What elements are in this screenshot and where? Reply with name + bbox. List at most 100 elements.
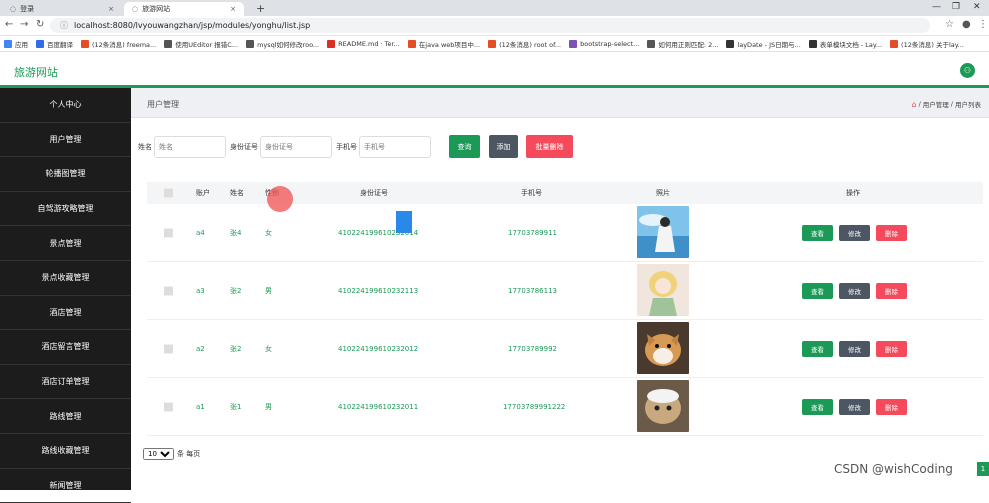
close-window-icon[interactable]: ✕ — [973, 2, 981, 12]
bookmark-item[interactable]: (12条消息) 关于lay... — [890, 39, 964, 49]
bookmark-item[interactable]: 表单模块文档 - Lay... — [808, 39, 882, 49]
bulk-delete-button[interactable]: 批量删除 — [526, 135, 573, 158]
bookmark-item[interactable]: layDate - JS日期与... — [726, 39, 801, 49]
row-checkbox[interactable] — [164, 344, 173, 353]
close-icon[interactable]: × — [108, 5, 114, 13]
bookmark-favicon-icon — [81, 39, 89, 48]
edit-button[interactable]: 修改 — [839, 340, 870, 357]
text-selection-highlight — [396, 211, 412, 233]
tab-label: 登录 — [20, 5, 35, 13]
sidebar-item[interactable]: 路线管理 — [0, 399, 131, 434]
view-button[interactable]: 查看 — [802, 224, 833, 241]
back-icon[interactable]: ← — [5, 19, 13, 30]
name-label: 姓名 — [138, 143, 152, 151]
bookmark-favicon-icon — [569, 39, 578, 48]
breadcrumb-sep: / — [950, 100, 953, 108]
profile-icon[interactable]: ● — [962, 19, 971, 30]
delete-button[interactable]: 删除 — [876, 398, 907, 415]
cell-gender: 男 — [265, 286, 272, 295]
sidebar-item[interactable]: 轮播图管理 — [0, 157, 131, 192]
sidebar-item[interactable]: 新闻管理 — [0, 469, 131, 503]
corner-badge: 1 — [977, 462, 989, 476]
edit-button[interactable]: 修改 — [839, 282, 870, 299]
row-checkbox[interactable] — [164, 228, 173, 237]
star-icon[interactable]: ☆ — [945, 19, 954, 30]
add-button[interactable]: 添加 — [489, 135, 518, 158]
bookmark-item[interactable]: 如何用正则匹配: 2... — [647, 39, 718, 49]
sidebar-item[interactable]: 酒店留言管理 — [0, 330, 131, 365]
cell-name: 张2 — [230, 286, 242, 295]
breadcrumb-item-user-list: 用户列表 — [955, 101, 981, 109]
close-icon[interactable]: × — [230, 5, 236, 13]
select-all-checkbox[interactable] — [164, 188, 173, 198]
bookmark-item[interactable]: (12条消息) freema... — [81, 39, 156, 49]
home-icon[interactable]: ⌂ — [912, 100, 917, 109]
browser-tab-login[interactable]: ◌ 登录 × — [2, 2, 122, 16]
phone-search-input[interactable] — [359, 136, 431, 158]
reload-icon[interactable]: ↻ — [36, 19, 44, 30]
page-size-suffix: 条 每页 — [177, 450, 201, 458]
cell-id-number: 410224199610232011 — [338, 402, 419, 411]
breadcrumb: ⌂ / 用户管理 / 用户列表 — [912, 99, 981, 110]
view-button[interactable]: 查看 — [802, 282, 833, 299]
sidebar-item[interactable]: 酒店管理 — [0, 296, 131, 331]
cell-phone: 17703789911 — [508, 228, 557, 237]
forward-icon[interactable]: → — [20, 19, 28, 30]
bookmark-item[interactable]: 应用 — [4, 39, 28, 49]
restore-icon[interactable]: ❐ — [952, 2, 960, 12]
menu-dots-icon[interactable]: ⋮ — [978, 19, 988, 30]
view-button[interactable]: 查看 — [802, 398, 833, 415]
row-checkbox[interactable] — [164, 286, 173, 295]
edit-button[interactable]: 修改 — [839, 224, 870, 241]
sidebar-item[interactable]: 路线收藏管理 — [0, 434, 131, 469]
info-icon[interactable]: ⓘ — [60, 20, 68, 31]
row-checkbox[interactable] — [164, 402, 173, 411]
cell-id-number: 410224199610232012 — [338, 344, 419, 353]
page-size-select[interactable]: 10 — [143, 448, 174, 460]
delete-button[interactable]: 删除 — [876, 282, 907, 299]
url-input[interactable]: ⓘ localhost:8080/lvyouwangzhan/jsp/modul… — [50, 18, 930, 33]
row-actions: 查看 修改 删除 — [802, 398, 907, 415]
row-actions: 查看 修改 删除 — [802, 224, 907, 241]
bookmark-item[interactable]: README.md · Ter... — [327, 39, 400, 48]
bookmark-item[interactable]: bootstrap-select... — [569, 39, 639, 48]
query-button[interactable]: 查询 — [449, 135, 480, 158]
new-tab-button[interactable]: + — [256, 2, 265, 15]
bookmark-item[interactable]: 百度翻译 — [36, 39, 73, 49]
url-text: localhost:8080/lvyouwangzhan/jsp/modules… — [74, 21, 311, 30]
bookmark-item[interactable]: 使用UEditor 报错C... — [164, 39, 238, 49]
sidebar-item[interactable]: 用户管理 — [0, 123, 131, 158]
bookmark-favicon-icon — [4, 39, 12, 48]
user-avatar-icon[interactable]: ⚇ — [960, 63, 975, 78]
sidebar-item[interactable]: 景点收藏管理 — [0, 261, 131, 296]
name-search-input[interactable] — [154, 136, 226, 158]
sidebar-item[interactable]: 自驾游攻略管理 — [0, 192, 131, 227]
phone-label: 手机号 — [336, 143, 357, 151]
bookmark-favicon-icon — [647, 39, 656, 48]
delete-button[interactable]: 删除 — [876, 340, 907, 357]
bookmark-item[interactable]: (12条消息) root of... — [488, 39, 561, 49]
table-body: a4 张4 女 410224199610232014 17703789911 查看 修改删… — [147, 204, 983, 436]
sidebar-item[interactable]: 酒店订单管理 — [0, 365, 131, 400]
delete-button[interactable]: 删除 — [876, 224, 907, 241]
id-number-search-input[interactable] — [260, 136, 332, 158]
edit-button[interactable]: 修改 — [839, 398, 870, 415]
breadcrumb-item-users[interactable]: 用户管理 — [923, 99, 949, 109]
view-button[interactable]: 查看 — [802, 340, 833, 357]
page-favicon-icon: ◌ — [132, 5, 139, 13]
breadcrumb-sep: / — [918, 100, 921, 108]
bookmark-item[interactable]: 在java web项目中... — [407, 39, 480, 49]
sidebar-item[interactable]: 个人中心 — [0, 88, 131, 123]
bookmark-favicon-icon — [327, 39, 336, 48]
tab-label: 旅游网站 — [142, 5, 171, 13]
minimize-icon[interactable]: — — [932, 2, 941, 12]
bookmark-item[interactable]: mysql如何修改roo... — [246, 39, 319, 49]
row-actions: 查看 修改 删除 — [802, 282, 907, 299]
cell-name: 张4 — [230, 228, 242, 237]
watermark: CSDN @wishCoding — [834, 462, 953, 476]
bookmark-label: mysql如何修改roo... — [257, 40, 320, 49]
site-brand[interactable]: 旅游网站 — [14, 64, 58, 80]
bookmark-label: 应用 — [15, 40, 28, 49]
sidebar-item[interactable]: 景点管理 — [0, 226, 131, 261]
browser-tab-travel[interactable]: ◌ 旅游网站 × — [124, 2, 244, 16]
